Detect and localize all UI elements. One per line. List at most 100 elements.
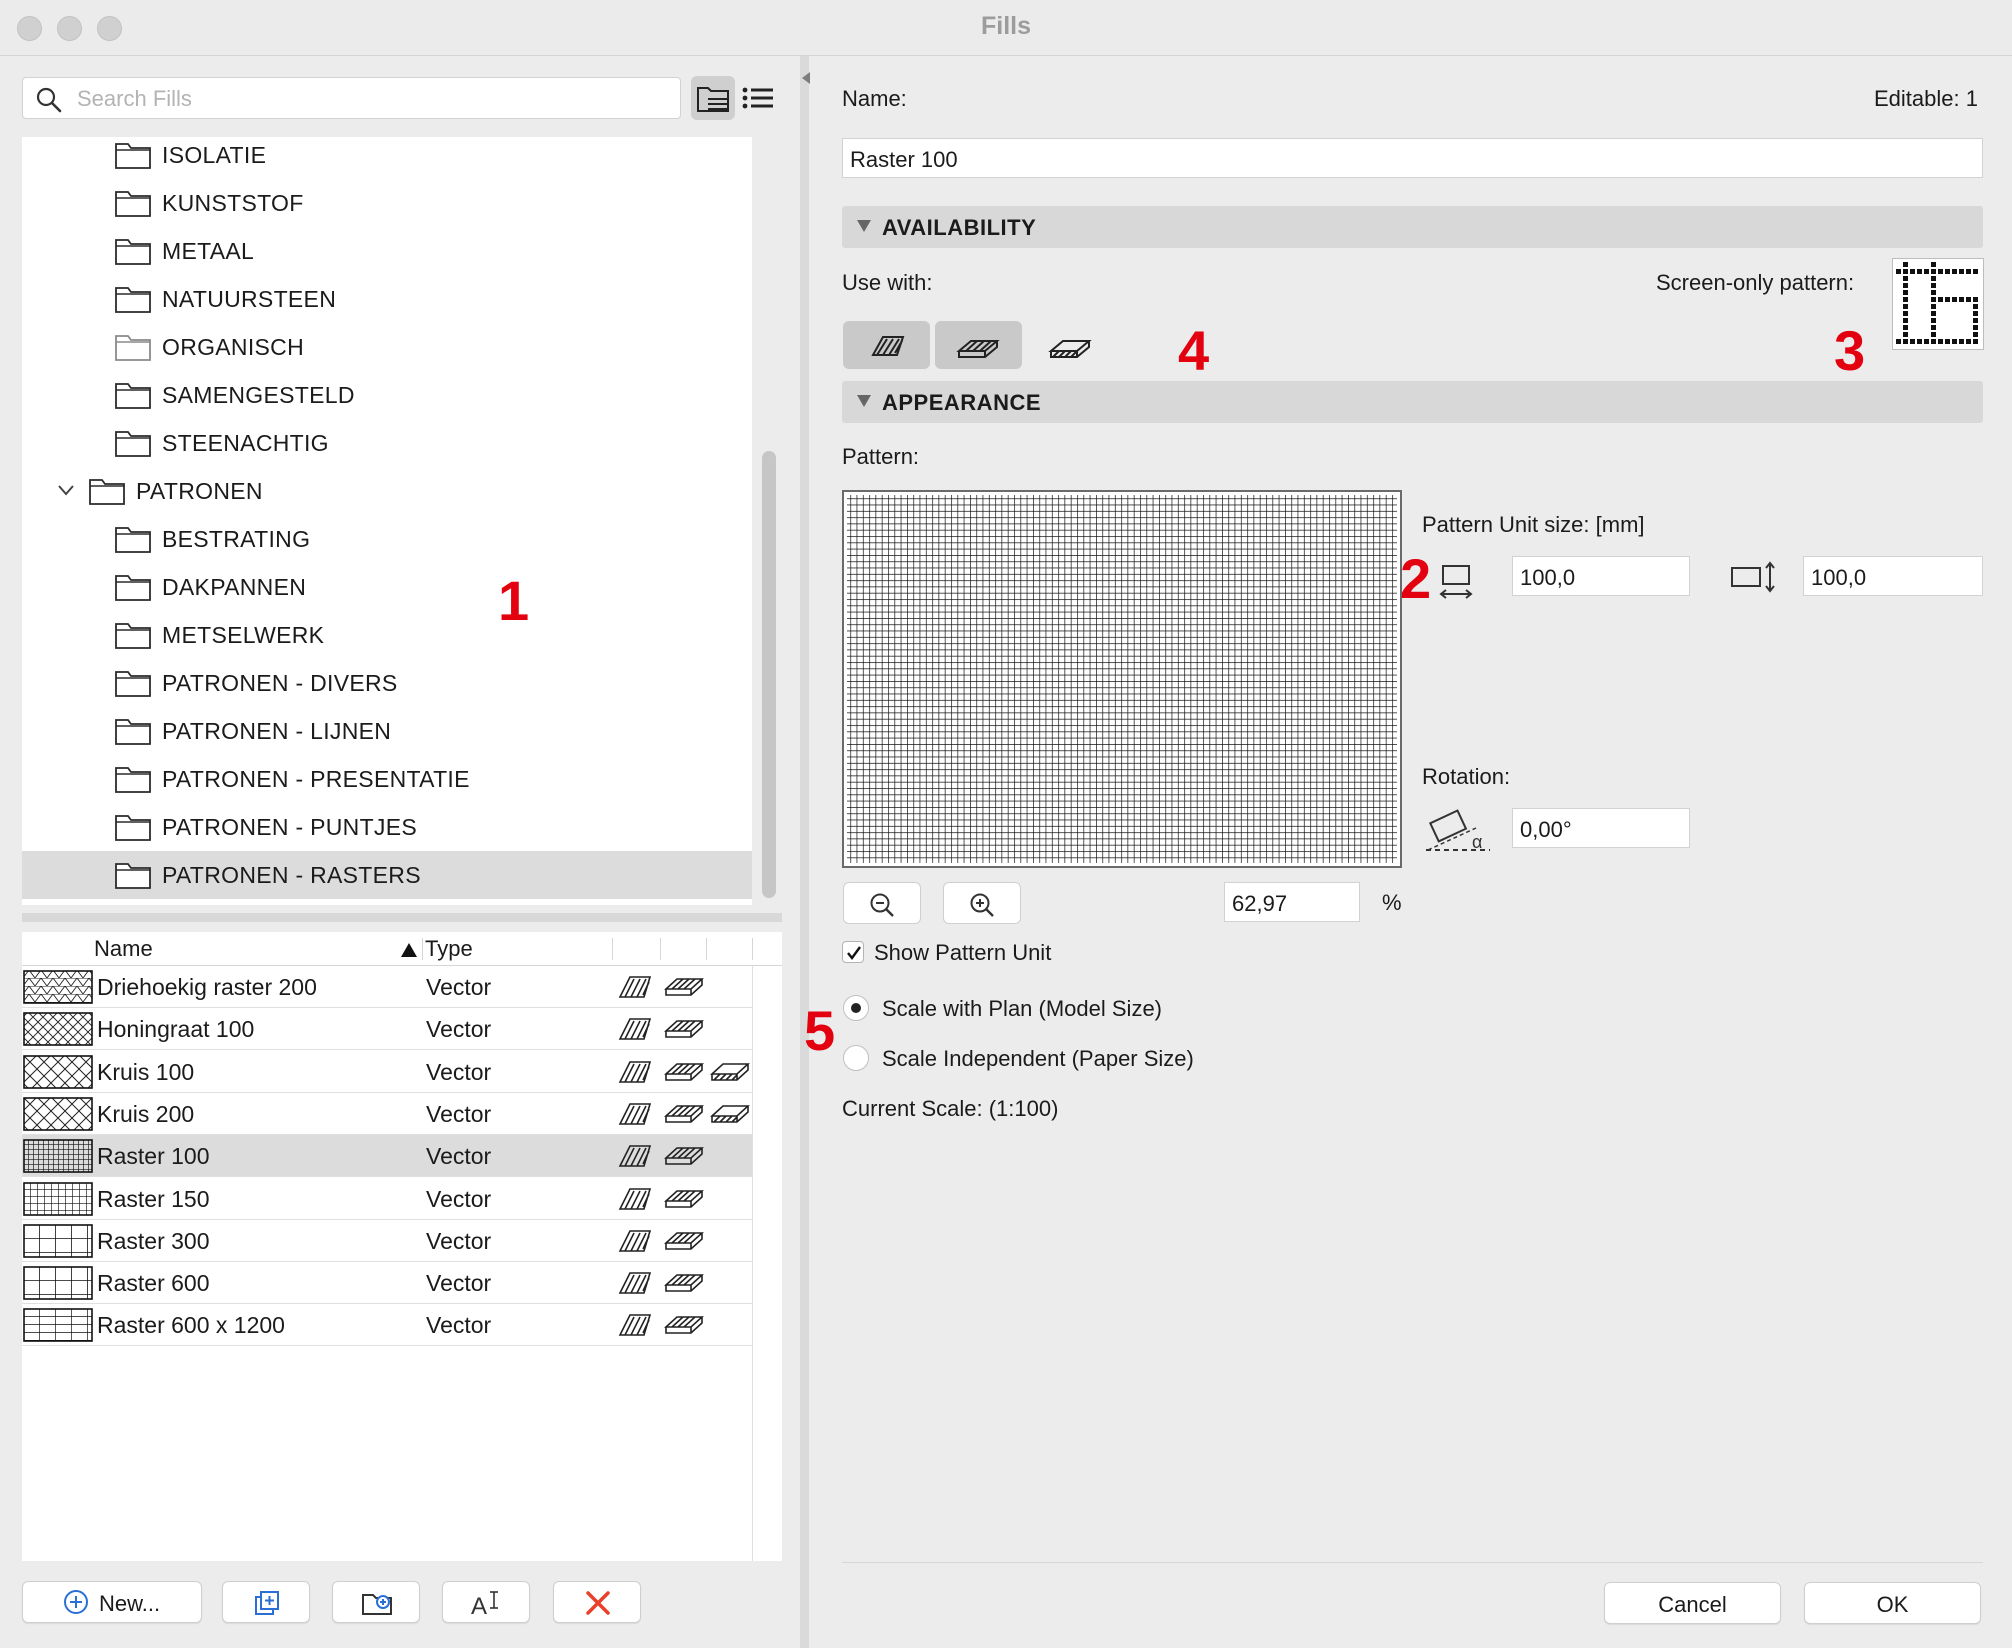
tree-item[interactable]: ORGANISCH [22, 323, 752, 371]
screen-only-pattern-swatch[interactable] [1892, 258, 1984, 350]
table-row[interactable]: Driehoekig raster 200 Vector [22, 966, 752, 1008]
scale-with-plan-radio[interactable] [843, 995, 869, 1021]
cut-fill-icon [618, 1186, 654, 1217]
collapse-pane-icon[interactable] [800, 70, 812, 86]
svg-text:α: α [1472, 832, 1482, 852]
table-row[interactable]: Raster 300 Vector [22, 1220, 752, 1262]
zoom-in-button[interactable] [943, 882, 1021, 924]
tree-item[interactable]: NATUURSTEEN [22, 275, 752, 323]
folder-icon [114, 187, 152, 224]
column-header-type[interactable]: Type [425, 936, 473, 962]
scale-independent-radio[interactable] [843, 1045, 869, 1071]
scale-independent-label[interactable]: Scale Independent (Paper Size) [882, 1046, 1194, 1072]
delete-x-icon [586, 1591, 610, 1615]
fill-pattern-thumbnail [23, 1223, 93, 1263]
fill-name: Raster 600 [97, 1270, 210, 1297]
surface-fill-icon [1048, 340, 1092, 358]
zoom-out-button[interactable] [843, 882, 921, 924]
tree-item[interactable]: PATRONEN [22, 467, 752, 515]
name-field[interactable]: Raster 100 [842, 138, 1983, 178]
rotation-field[interactable]: 0,00° [1512, 808, 1690, 848]
table-row[interactable]: Raster 600 x 1200 Vector [22, 1304, 752, 1347]
column-header-name[interactable]: Name [94, 936, 153, 962]
tree-item[interactable]: PATRONEN - DIVERS [22, 659, 752, 707]
table-row[interactable]: Kruis 200 Vector [22, 1093, 752, 1135]
fill-name: Raster 150 [97, 1185, 210, 1212]
pane-divider[interactable] [800, 56, 809, 1648]
delete-button[interactable] [553, 1581, 641, 1623]
rotation-angle-icon: α [1426, 809, 1490, 852]
tree-item[interactable]: ISOLATIE [22, 137, 752, 179]
folder-icon [114, 235, 152, 272]
pane-splitter[interactable] [22, 913, 782, 922]
table-row[interactable]: Raster 600 Vector [22, 1262, 752, 1305]
tree-item[interactable]: METAAL [22, 227, 752, 275]
fill-name: Raster 300 [97, 1227, 210, 1254]
new-fill-button[interactable]: New... [22, 1581, 202, 1623]
folder-icon [114, 763, 152, 800]
cover-fill-icon [663, 974, 705, 1005]
duplicate-button[interactable] [222, 1581, 310, 1623]
tree-item[interactable]: DAKPANNEN [22, 563, 752, 611]
search-box[interactable] [22, 77, 681, 119]
cancel-button[interactable]: Cancel [1604, 1582, 1781, 1624]
search-input[interactable] [77, 82, 667, 116]
use-with-cut-fill-toggle[interactable] [843, 321, 930, 369]
tree-item[interactable]: BESTRATING [22, 515, 752, 563]
fills-table: Name Type Driehoekig raster 200 Vector Hon… [22, 932, 782, 1561]
tree-item[interactable]: PATRONEN - RASTERS [22, 851, 752, 899]
cut-fill-icon [871, 336, 905, 356]
use-with-cover-fill-toggle[interactable] [935, 321, 1022, 369]
annotation-number-4: 4 [1178, 319, 1210, 382]
search-icon [36, 87, 62, 113]
unit-width-icon [1439, 565, 1473, 599]
tree-item[interactable]: STEENACHTIG [22, 419, 752, 467]
tree-item[interactable]: PATRONEN - LIJNEN [22, 707, 752, 755]
chevron-down-icon[interactable] [56, 480, 76, 505]
fill-pattern-thumbnail [23, 970, 93, 1009]
show-pattern-unit-label[interactable]: Show Pattern Unit [874, 940, 1051, 966]
tree-item[interactable]: KUNSTSTOF [22, 179, 752, 227]
table-row[interactable]: Raster 100 Vector [22, 1135, 752, 1178]
zoom-percent-field[interactable]: 62,97 [1224, 882, 1360, 922]
folder-view-button[interactable] [691, 76, 735, 120]
disclosure-triangle-icon [857, 395, 871, 407]
pattern-label: Pattern: [842, 444, 920, 469]
fill-pattern-thumbnail [23, 1139, 93, 1178]
cover-fill-icon [663, 1186, 705, 1217]
tree-scrollbar[interactable] [762, 451, 776, 898]
table-row[interactable]: Raster 150 Vector [22, 1178, 752, 1220]
use-with-surface-fill-toggle[interactable] [1027, 321, 1114, 369]
availability-section-header[interactable]: AVAILABILITY [842, 206, 1983, 248]
scale-with-plan-label[interactable]: Scale with Plan (Model Size) [882, 996, 1162, 1022]
unit-height-field[interactable]: 100,0 [1803, 556, 1983, 596]
show-pattern-unit-checkbox[interactable] [842, 941, 864, 963]
table-row[interactable]: Kruis 100 Vector [22, 1051, 752, 1093]
rename-button[interactable]: A [442, 1581, 530, 1623]
folder-icon [114, 331, 152, 368]
folder-tree: ISOLATIE KUNSTSTOF METAAL NATUURSTEEN ORGANI… [22, 137, 752, 905]
cover-fill-icon [956, 340, 1000, 358]
cut-fill-icon [618, 1143, 654, 1174]
ok-button[interactable]: OK [1804, 1582, 1981, 1624]
fill-pattern-thumbnail [23, 1266, 93, 1305]
list-view-button[interactable] [736, 76, 780, 120]
tree-item[interactable]: SAMENGESTELD [22, 371, 752, 419]
tree-item-label: SAMENGESTELD [162, 382, 355, 408]
cut-fill-icon [618, 1059, 654, 1090]
tree-item[interactable]: PATRONEN - PRESENTATIE [22, 755, 752, 803]
table-row[interactable]: Honingraat 100 Vector [22, 1008, 752, 1051]
appearance-section-header[interactable]: APPEARANCE [842, 381, 1983, 423]
tree-item-label: DAKPANNEN [162, 574, 307, 600]
new-folder-button[interactable] [332, 1581, 420, 1623]
tree-item-label: PATRONEN - DIVERS [162, 670, 398, 696]
fill-name: Kruis 100 [97, 1058, 195, 1085]
folder-icon [114, 715, 152, 752]
unit-width-field[interactable]: 100,0 [1512, 556, 1690, 596]
tree-item[interactable]: PATRONEN - PUNTJES [22, 803, 752, 851]
cut-fill-icon [618, 1270, 654, 1301]
fill-type: Vector [426, 1185, 492, 1212]
tree-item[interactable]: METSELWERK [22, 611, 752, 659]
tree-item-label: NATUURSTEEN [162, 286, 337, 312]
unit-height-icon [1731, 561, 1775, 593]
